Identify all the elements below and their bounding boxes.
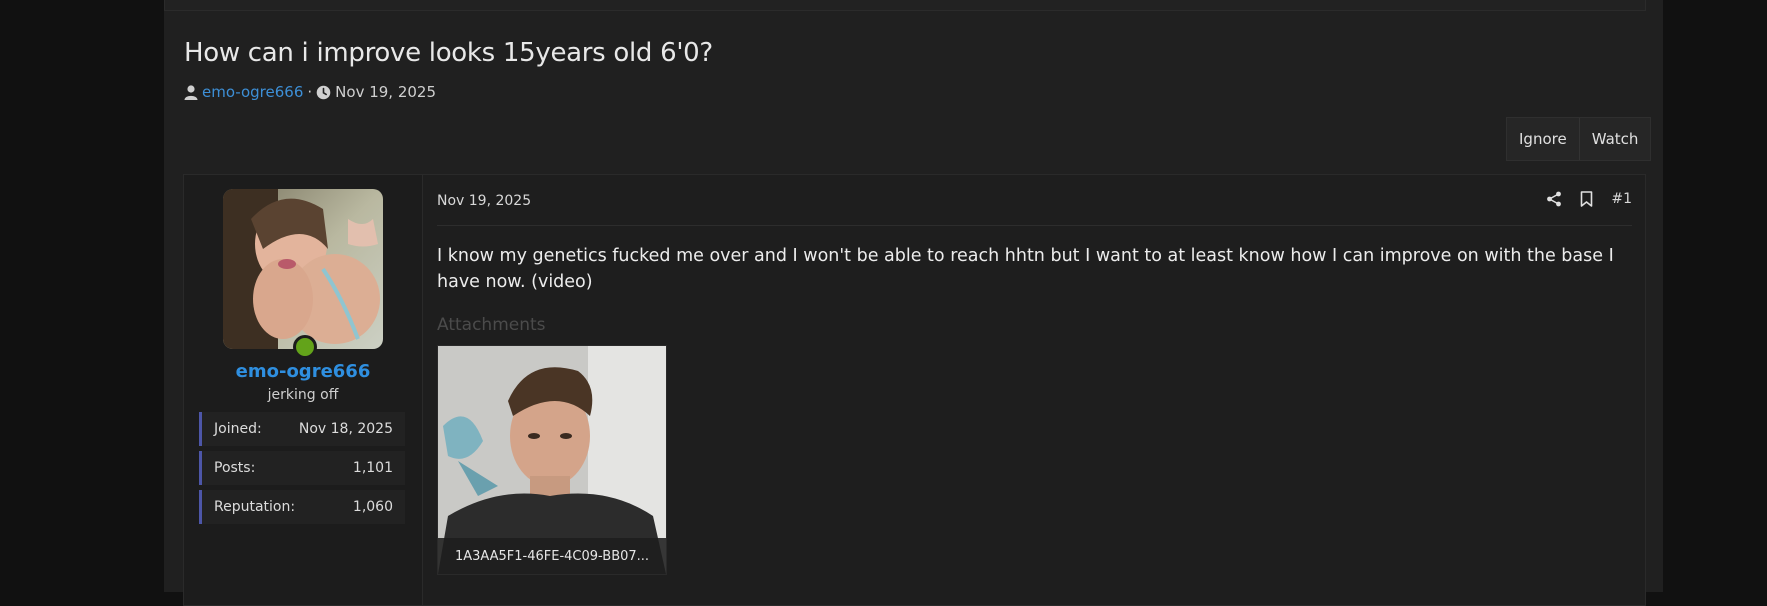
post-date[interactable]: Nov 19, 2025	[437, 193, 531, 209]
post-actions: #1	[1546, 191, 1632, 207]
watch-button[interactable]: Watch	[1578, 118, 1651, 160]
post-username[interactable]: emo-ogre666	[184, 361, 422, 382]
attachment-thumbnail[interactable]: 1A3AA5F1-46FE-4C09-BB07...	[437, 345, 667, 575]
stat-value: 1,060	[352, 499, 393, 515]
stat-label: Joined:	[214, 421, 262, 437]
post-number-link[interactable]: #1	[1611, 191, 1632, 207]
post-body: I know my genetics fucked me over and I …	[437, 246, 1614, 292]
thread-date[interactable]: Nov 19, 2025	[335, 83, 436, 101]
stat-value: Nov 18, 2025	[298, 421, 393, 437]
attachment-filename: 1A3AA5F1-46FE-4C09-BB07...	[438, 538, 666, 574]
user-title: jerking off	[267, 387, 339, 403]
stat-posts: Posts: 1,101	[199, 451, 405, 485]
meta-separator: ·	[307, 83, 313, 101]
thread-author-link[interactable]: emo-ogre666	[202, 83, 303, 101]
avatar[interactable]	[223, 189, 383, 349]
online-status-indicator	[293, 335, 317, 359]
stat-joined: Joined: Nov 18, 2025	[199, 412, 405, 446]
page-container: How can i improve looks 15years old 6'0?…	[164, 0, 1663, 606]
post-user-column: emo-ogre666 jerking off Joined: Nov 18, …	[184, 175, 423, 605]
thread-title: How can i improve looks 15years old 6'0?	[184, 38, 713, 68]
clock-icon	[316, 85, 331, 100]
previous-block	[164, 0, 1646, 11]
stat-value: 1,101	[352, 460, 393, 476]
post-header-divider	[437, 225, 1632, 226]
thread-meta: emo-ogre666 · Nov 19, 2025	[184, 83, 436, 101]
attachments-heading: Attachments	[437, 315, 546, 335]
stat-reputation: Reputation: 1,060	[199, 490, 405, 524]
stat-label: Posts:	[214, 460, 256, 476]
post: emo-ogre666 jerking off Joined: Nov 18, …	[183, 174, 1646, 606]
stat-label: Reputation:	[214, 499, 296, 515]
user-icon	[184, 84, 198, 100]
thread-actions: Ignore Watch	[1506, 117, 1652, 161]
share-icon[interactable]	[1546, 191, 1562, 207]
ignore-button[interactable]: Ignore	[1507, 118, 1579, 160]
bookmark-icon[interactable]	[1580, 191, 1593, 207]
